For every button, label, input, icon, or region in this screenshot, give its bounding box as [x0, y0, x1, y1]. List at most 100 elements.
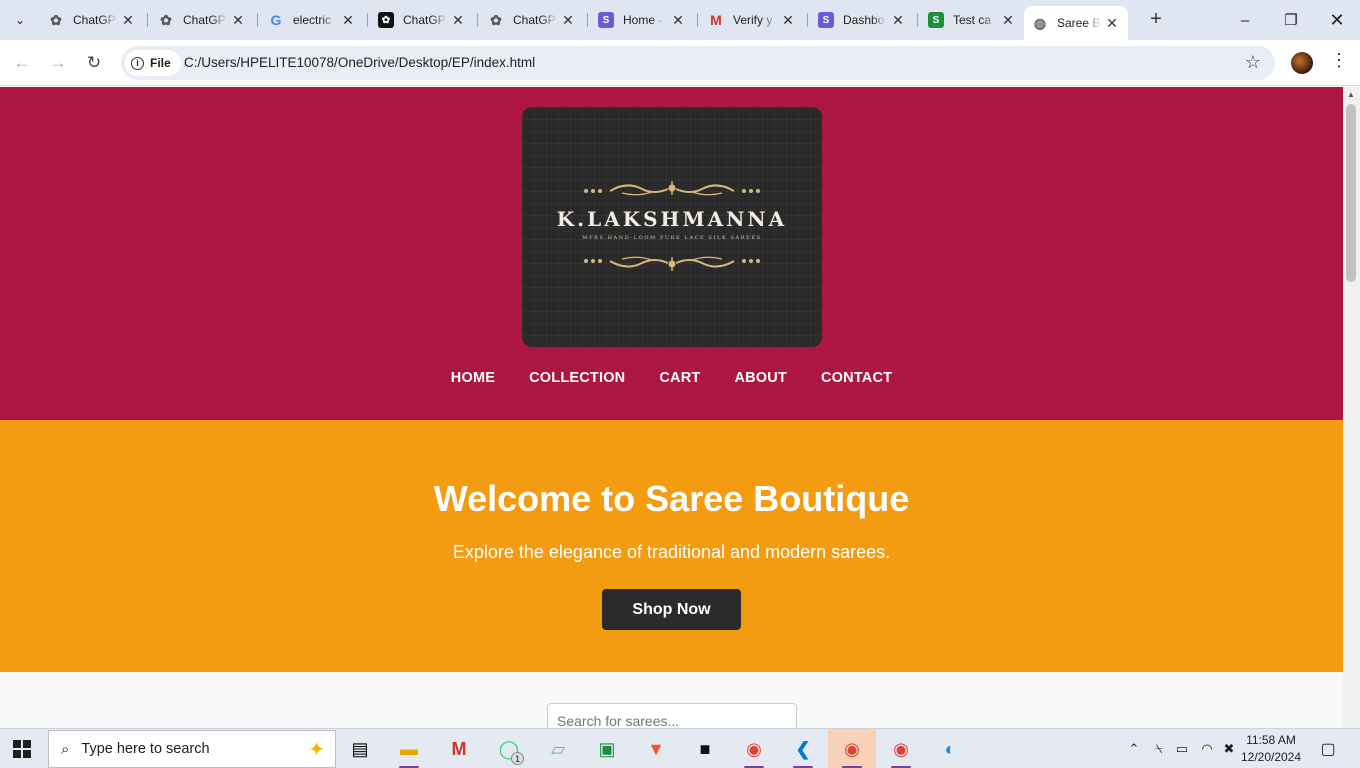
tab-close-icon[interactable]: ✕: [890, 12, 906, 29]
tray-overflow-chevron-icon[interactable]: ⌃: [1124, 729, 1144, 768]
nav-cart[interactable]: CART: [659, 370, 700, 386]
saree-search-box: [547, 703, 797, 728]
tab-close-icon[interactable]: ✕: [120, 12, 136, 29]
tab-separator: [697, 13, 698, 27]
browser-tab[interactable]: ✿ ChatGPT✕: [40, 6, 144, 34]
forward-arrow-icon[interactable]: →: [46, 51, 70, 75]
main-nav: HOME COLLECTION CART ABOUT CONTACT: [0, 370, 1343, 386]
nav-contact[interactable]: CONTACT: [821, 370, 892, 386]
nav-about[interactable]: ABOUT: [734, 370, 787, 386]
tab-close-icon[interactable]: ✕: [670, 12, 686, 29]
close-window-icon[interactable]: ✕: [1314, 0, 1360, 40]
tab-separator: [807, 13, 808, 27]
shop-now-button[interactable]: Shop Now: [602, 589, 741, 630]
browser-tab-strip: ⌄ ✿ChatGPT✕✿ChatGPT✕Gelectric✕✿ChatGPT✕✿…: [0, 0, 1360, 40]
brave-browser-icon[interactable]: ▼: [636, 729, 676, 768]
chrome-profile2-icon[interactable]: ◉: [881, 729, 921, 768]
google-icon: G: [270, 12, 282, 28]
reload-icon[interactable]: ↻: [82, 51, 106, 75]
browser-tab[interactable]: ✿ ChatGPT✕: [370, 6, 474, 34]
classroom-icon[interactable]: ▣: [587, 729, 627, 768]
page-viewport: K.LAKSHMANNA MFRS.HAND-LOOM PURE LACE SI…: [0, 87, 1343, 728]
browser-tab[interactable]: S Dashbo ✕: [810, 6, 914, 34]
wifi-icon[interactable]: ◠: [1197, 729, 1217, 768]
browser-tab-title: Saree B: [1057, 16, 1101, 30]
site-header: K.LAKSHMANNA MFRS.HAND-LOOM PURE LACE SI…: [0, 87, 1343, 420]
file-explorer-icon[interactable]: ▬: [389, 729, 429, 768]
tab-close-icon[interactable]: ✕: [560, 12, 576, 29]
task-view-icon[interactable]: ▤: [340, 729, 380, 768]
new-tab-plus-icon[interactable]: +: [1145, 9, 1167, 31]
sheets-s-icon: S: [928, 12, 944, 28]
browser-tab[interactable]: M Verify y ✕: [700, 6, 804, 34]
browser-toolbar: ← → ↻ i File C:/Users/HPELITE10078/OneDr…: [0, 40, 1360, 86]
gmail-icon[interactable]: M: [439, 729, 479, 768]
notepad-icon[interactable]: ▱: [538, 729, 578, 768]
tab-close-icon[interactable]: ✕: [340, 12, 356, 29]
s-app-icon: S: [818, 12, 834, 28]
chatgpt-icon: ✿: [490, 11, 502, 28]
chrome-profile-icon[interactable]: ◉: [734, 729, 774, 768]
terminal-icon[interactable]: ■: [685, 729, 725, 768]
brand-logo: K.LAKSHMANNA MFRS.HAND-LOOM PURE LACE SI…: [522, 107, 822, 347]
browser-tab-title: Home -: [623, 13, 663, 27]
copilot-sparkle-icon[interactable]: ✦: [308, 737, 325, 762]
tab-search-chevron-icon[interactable]: ⌄: [6, 7, 34, 33]
nav-home[interactable]: HOME: [451, 370, 495, 386]
globe-icon: ◍: [1033, 14, 1047, 31]
tab-close-icon[interactable]: ✕: [450, 12, 466, 29]
gmail-icon: M: [710, 12, 722, 28]
chatgpt-icon: ✿: [378, 12, 394, 28]
tray-usb-icon[interactable]: ⍀: [1149, 729, 1169, 768]
tab-close-icon[interactable]: ✕: [1000, 12, 1016, 29]
browser-tab[interactable]: S Home - ✕: [590, 6, 694, 34]
browser-tab-title: ChatGPT: [183, 13, 227, 27]
tab-close-icon[interactable]: ✕: [780, 12, 796, 29]
windows-taskbar: ⌕ Type here to search ✦ ▤ ▬ M ◯ 1 ▱ ▣ ▼ ■…: [0, 728, 1360, 768]
scroll-up-arrow-icon[interactable]: ▲: [1347, 90, 1355, 99]
chrome-active-icon[interactable]: ◉: [828, 729, 876, 768]
hero-subtitle: Explore the elegance of traditional and …: [452, 542, 891, 562]
saree-search-input[interactable]: [557, 713, 787, 728]
taskbar-clock[interactable]: 11:58 AM 12/20/2024: [1238, 732, 1304, 766]
notification-icon[interactable]: ▢: [1316, 729, 1340, 768]
info-icon: i: [131, 56, 144, 70]
vscode-icon[interactable]: ❮: [783, 729, 823, 768]
site-chip-label: File: [150, 56, 171, 70]
hero-title: Welcome to Saree Boutique: [433, 478, 910, 519]
back-arrow-icon[interactable]: ←: [10, 51, 34, 75]
bookmark-star-icon[interactable]: ☆: [1245, 52, 1261, 73]
nav-collection[interactable]: COLLECTION: [529, 370, 625, 386]
taskbar-search-box[interactable]: ⌕ Type here to search ✦: [48, 730, 336, 768]
ornament-top-icon: [584, 181, 760, 196]
volume-muted-icon[interactable]: ✖: [1219, 729, 1239, 768]
browser-tab[interactable]: ✿ ChatGPT✕: [480, 6, 584, 34]
url-text[interactable]: C:/Users/HPELITE10078/OneDrive/Desktop/E…: [184, 55, 535, 70]
scroll-thumb[interactable]: [1346, 104, 1356, 282]
profile-avatar[interactable]: [1291, 52, 1313, 74]
browser-menu-kebab-icon[interactable]: ⋮: [1329, 50, 1349, 71]
whatsapp-icon[interactable]: ◯ 1: [489, 729, 529, 768]
browser-app-icon[interactable]: ◐: [930, 729, 970, 768]
tab-separator: [367, 13, 368, 27]
restore-icon[interactable]: ❐: [1268, 0, 1314, 40]
browser-tab-title: electric: [293, 13, 332, 27]
s-app-icon: S: [598, 12, 614, 28]
windows-start-icon[interactable]: [13, 740, 31, 758]
browser-tab[interactable]: ✿ ChatGPT✕: [150, 6, 254, 34]
browser-tab[interactable]: Gelectric ✕: [260, 6, 364, 34]
clock-date: 12/20/2024: [1240, 750, 1302, 764]
minimize-icon[interactable]: –: [1222, 0, 1268, 40]
browser-tab[interactable]: S Test ca ✕: [920, 6, 1024, 34]
tab-separator: [917, 13, 918, 27]
tab-separator: [587, 13, 588, 27]
site-info-chip[interactable]: i File: [125, 50, 181, 76]
browser-tab[interactable]: ◍ Saree B ✕: [1024, 6, 1128, 40]
browser-tab-title: ChatGPT: [403, 13, 447, 27]
address-bar[interactable]: i File C:/Users/HPELITE10078/OneDrive/De…: [121, 46, 1275, 80]
page-scrollbar[interactable]: ▲: [1343, 87, 1360, 728]
tab-close-icon[interactable]: ✕: [1104, 15, 1120, 32]
tab-close-icon[interactable]: ✕: [230, 12, 246, 29]
battery-icon[interactable]: ▭: [1172, 729, 1192, 768]
tab-separator: [147, 13, 148, 27]
